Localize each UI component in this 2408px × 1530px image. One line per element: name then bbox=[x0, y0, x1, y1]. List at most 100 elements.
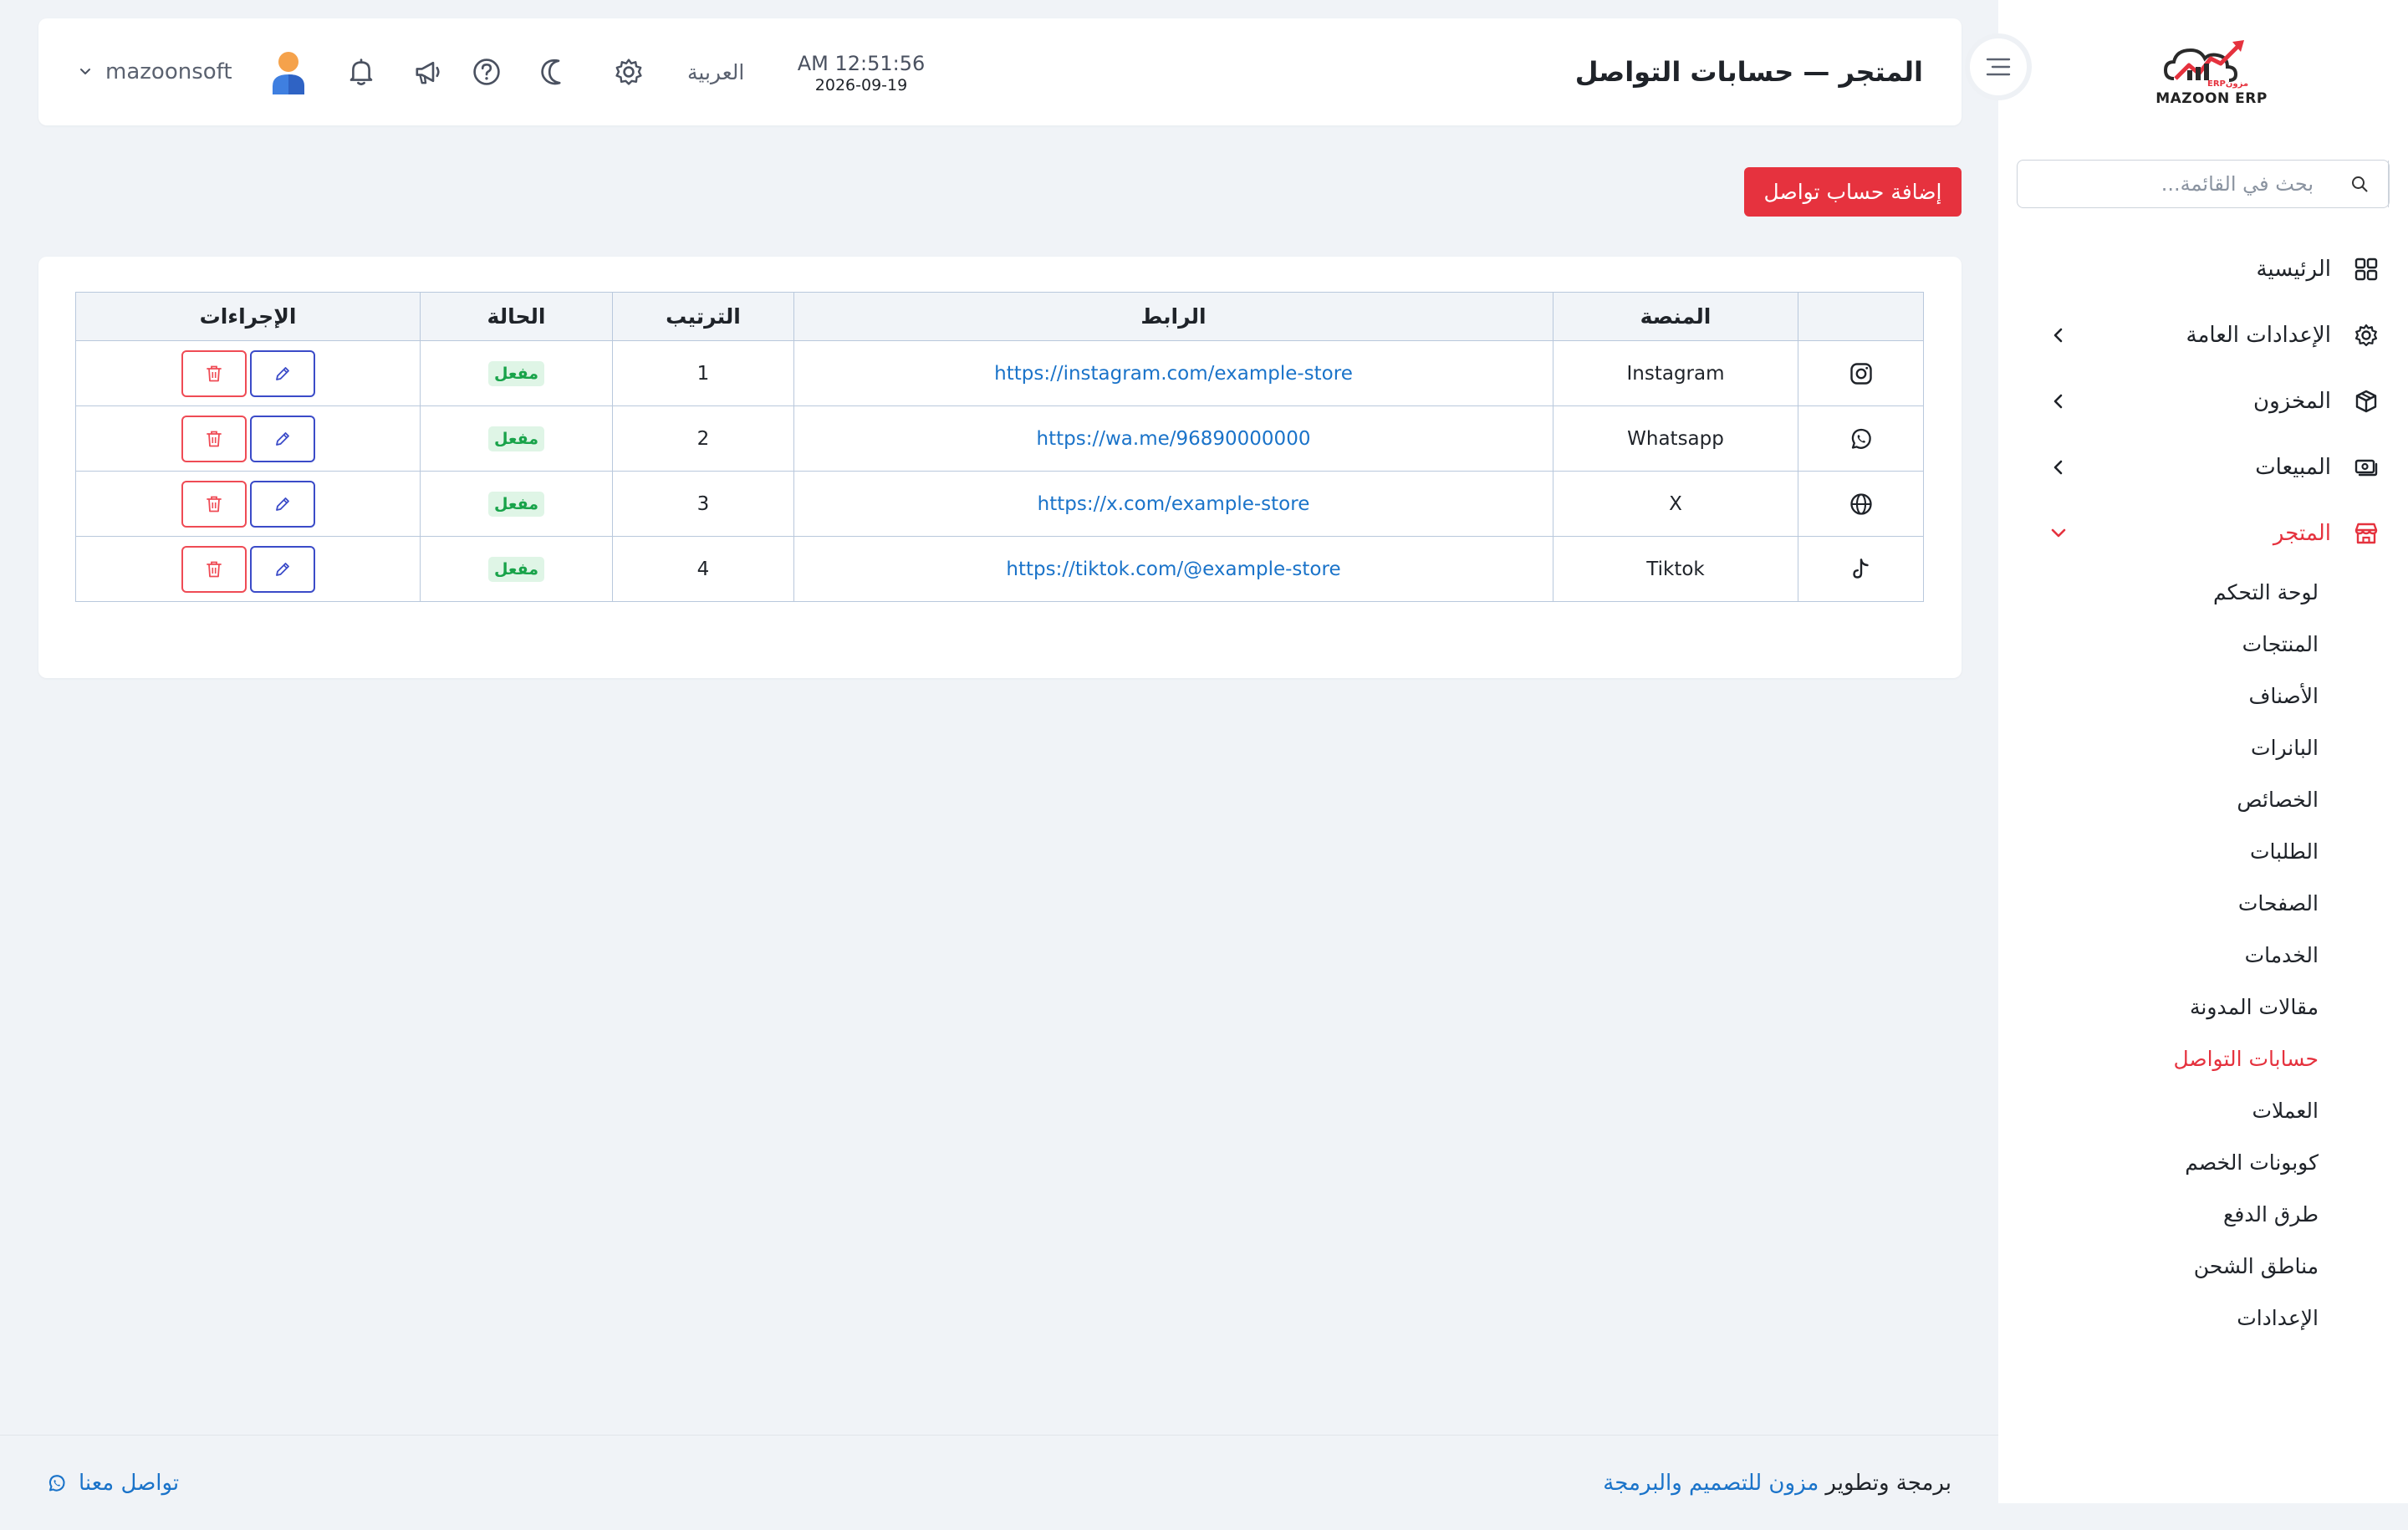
table-row: Instagram https://instagram.com/example-… bbox=[75, 340, 1924, 406]
footer-credit: برمجة وتطوير مزون للتصميم والبرمجة bbox=[1603, 1436, 1951, 1530]
edit-button[interactable] bbox=[249, 545, 315, 593]
footer: برمجة وتطوير مزون للتصميم والبرمجة تواصل… bbox=[0, 1435, 1998, 1530]
column-header-platform: المنصة bbox=[1553, 292, 1798, 341]
delete-button[interactable] bbox=[181, 349, 247, 397]
language-switcher[interactable]: العربية bbox=[687, 18, 744, 125]
bell-icon[interactable] bbox=[344, 55, 378, 89]
sidebar-item-store[interactable]: المتجر bbox=[1998, 500, 2408, 566]
whatsapp-icon bbox=[1798, 426, 1923, 451]
edit-button[interactable] bbox=[249, 415, 315, 462]
trash-icon bbox=[206, 431, 222, 446]
edit-button[interactable] bbox=[249, 349, 315, 397]
help-circle-icon[interactable] bbox=[470, 55, 503, 89]
sidebar-item-sales[interactable]: المبيعات bbox=[1998, 434, 2408, 500]
sidebar-subitem-settings[interactable]: الإعدادات bbox=[1998, 1292, 2319, 1344]
search-icon[interactable] bbox=[2330, 161, 2389, 207]
order-value: 4 bbox=[612, 536, 794, 602]
delete-button[interactable] bbox=[181, 545, 247, 593]
sidebar-toggle-button[interactable] bbox=[1965, 33, 2032, 100]
sidebar-subitem-products[interactable]: المنتجات bbox=[1998, 618, 2319, 670]
logo-text: MAZOON ERP bbox=[2155, 90, 2268, 107]
chevron-left-icon bbox=[2048, 325, 2069, 345]
sidebar-subitem-currencies[interactable]: العملات bbox=[1998, 1084, 2319, 1136]
sidebar-subitem-coupons[interactable]: كوبونات الخصم bbox=[1998, 1136, 2319, 1188]
column-header-actions: الإجراءات bbox=[75, 292, 421, 341]
store-submenu: لوحة التحكم المنتجات الأصناف البانرات ال… bbox=[1998, 566, 2408, 1344]
chevron-left-icon bbox=[2048, 457, 2069, 477]
platform-name: Tiktok bbox=[1553, 536, 1798, 602]
account-link[interactable]: https://instagram.com/example-store bbox=[994, 363, 1353, 385]
globe-icon bbox=[1798, 492, 1923, 517]
credit-link[interactable]: مزون للتصميم والبرمجة bbox=[1603, 1471, 1819, 1496]
table-row: Whatsapp https://wa.me/96890000000 2 مفع… bbox=[75, 405, 1924, 472]
status-badge: مفعل bbox=[487, 556, 545, 582]
logo-subtext: ERPمزون bbox=[2207, 79, 2249, 89]
clock-date: 2026-09-19 bbox=[814, 76, 908, 94]
sidebar-subitem-social-accounts[interactable]: حسابات التواصل bbox=[1998, 1033, 2319, 1084]
chevron-left-icon bbox=[2048, 391, 2069, 411]
sidebar-item-general-settings[interactable]: الإعدادات العامة bbox=[1998, 302, 2408, 368]
account-link[interactable]: https://x.com/example-store bbox=[1038, 493, 1310, 515]
sidebar-item-label: المبيعات bbox=[2255, 454, 2331, 480]
store-icon bbox=[2353, 520, 2380, 547]
contact-us-link[interactable]: تواصل معنا bbox=[47, 1436, 179, 1530]
add-social-account-button[interactable]: إضافة حساب تواصل bbox=[1744, 167, 1962, 217]
sidebar-subitem-services[interactable]: الخدمات bbox=[1998, 929, 2319, 981]
grid-icon bbox=[2353, 256, 2380, 283]
sidebar-item-inventory[interactable]: المخزون bbox=[1998, 368, 2408, 434]
sidebar-nav: الرئيسية الإعدادات العامة المخزون المبيع… bbox=[1998, 236, 2408, 1344]
column-header-status: الحالة bbox=[420, 292, 613, 341]
gear-icon[interactable] bbox=[612, 55, 645, 89]
sidebar: ERPمزون MAZOON ERP الرئيسية bbox=[1965, 0, 2408, 1503]
pencil-icon bbox=[275, 431, 289, 446]
edit-button[interactable] bbox=[249, 480, 315, 528]
sidebar-subitem-shipping-zones[interactable]: مناطق الشحن bbox=[1998, 1240, 2319, 1292]
sidebar-subitem-categories[interactable]: الأصناف bbox=[1998, 670, 2319, 722]
social-accounts-card: المنصة الرابط الترتيب الحالة الإجراءات I… bbox=[38, 257, 1962, 678]
sidebar-subitem-attributes[interactable]: الخصائص bbox=[1998, 773, 2319, 825]
table-header-row: المنصة الرابط الترتيب الحالة الإجراءات bbox=[75, 292, 1924, 341]
clock-time: AM 12:51:56 bbox=[797, 52, 926, 75]
sidebar-subitem-banners[interactable]: البانرات bbox=[1998, 722, 2319, 773]
menu-lines-icon bbox=[1986, 58, 2011, 76]
chevron-down-icon bbox=[2048, 523, 2069, 543]
pencil-icon bbox=[275, 366, 289, 380]
clock: AM 12:51:56 2026-09-19 bbox=[794, 52, 928, 94]
platform-name: Whatsapp bbox=[1553, 405, 1798, 472]
delete-button[interactable] bbox=[181, 480, 247, 528]
sidebar-subitem-orders[interactable]: الطلبات bbox=[1998, 825, 2319, 877]
user-menu[interactable]: mazoonsoft bbox=[79, 18, 309, 125]
sidebar-item-label: المخزون bbox=[2253, 388, 2331, 414]
delete-button[interactable] bbox=[181, 415, 247, 462]
page-title: المتجر — حسابات التواصل bbox=[1574, 56, 1923, 88]
status-badge: مفعل bbox=[487, 426, 545, 451]
avatar bbox=[268, 49, 309, 94]
status-badge: مفعل bbox=[487, 491, 545, 517]
top-header: المتجر — حسابات التواصل AM 12:51:56 2026… bbox=[38, 18, 1962, 125]
column-header-order: الترتيب bbox=[612, 292, 794, 341]
megaphone-icon[interactable] bbox=[411, 55, 445, 89]
table-row: Tiktok https://tiktok.com/@example-store… bbox=[75, 536, 1924, 602]
instagram-icon bbox=[1798, 361, 1923, 386]
account-link[interactable]: https://wa.me/96890000000 bbox=[1037, 428, 1311, 450]
sidebar-item-label: المتجر bbox=[2273, 520, 2331, 546]
box-icon bbox=[2353, 388, 2380, 415]
trash-icon bbox=[206, 561, 222, 577]
sidebar-item-label: الإعدادات العامة bbox=[2186, 322, 2331, 348]
sidebar-subitem-dashboard[interactable]: لوحة التحكم bbox=[1998, 566, 2319, 618]
platform-name: X bbox=[1553, 471, 1798, 537]
app-logo[interactable]: ERPمزون MAZOON ERP bbox=[2149, 37, 2274, 112]
sidebar-subitem-payment-methods[interactable]: طرق الدفع bbox=[1998, 1188, 2319, 1240]
sidebar-item-home[interactable]: الرئيسية bbox=[1998, 236, 2408, 302]
column-header-link: الرابط bbox=[793, 292, 1553, 341]
contact-label: تواصل معنا bbox=[79, 1471, 180, 1496]
account-link[interactable]: https://tiktok.com/@example-store bbox=[1006, 558, 1340, 580]
cash-icon bbox=[2353, 454, 2380, 481]
credit-prefix: برمجة وتطوير bbox=[1825, 1471, 1951, 1496]
moon-icon[interactable] bbox=[537, 55, 570, 89]
sidebar-subitem-blog-posts[interactable]: مقالات المدونة bbox=[1998, 981, 2319, 1033]
sidebar-search-input[interactable] bbox=[2018, 161, 2330, 207]
sidebar-subitem-pages[interactable]: الصفحات bbox=[1998, 877, 2319, 929]
sidebar-search bbox=[2017, 160, 2390, 208]
column-header-icon bbox=[1798, 292, 1924, 341]
